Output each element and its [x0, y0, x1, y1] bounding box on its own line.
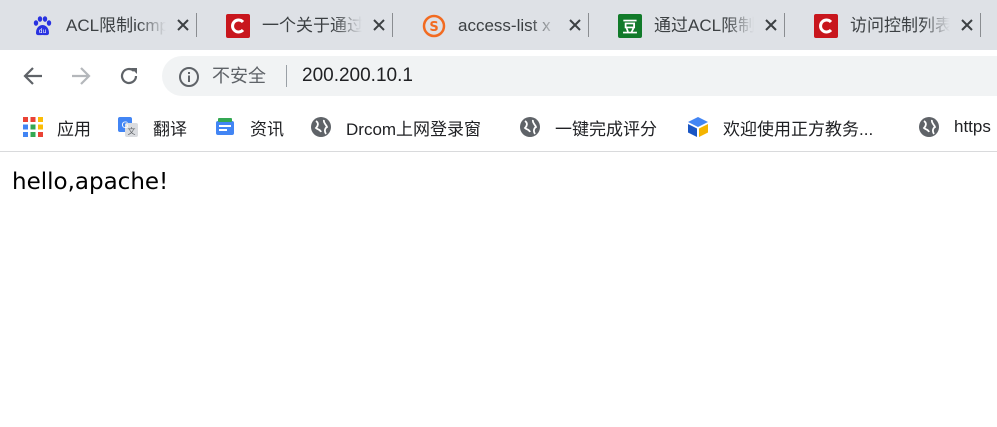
bookmark-https[interactable]: https: [918, 114, 991, 140]
tab-strip: du ACL限制icmp 一个关于通过 S access-list x 豆 通过…: [0, 0, 997, 50]
tab-guanyu-tongguo[interactable]: 一个关于通过: [196, 0, 392, 50]
bookmark-zhengfang[interactable]: 欢迎使用正方教务...: [687, 114, 873, 140]
page-content: hello,apache!: [0, 152, 997, 427]
divider: [286, 65, 287, 87]
reload-icon[interactable]: [116, 63, 142, 89]
globe-icon: [519, 116, 541, 138]
bookmark-news[interactable]: 资讯: [214, 114, 284, 140]
tab-title: access-list x: [458, 16, 551, 35]
bookmark-label: Drcom上网登录窗: [346, 119, 482, 139]
browser-toolbar: 不安全 200.200.10.1: [0, 50, 997, 102]
zhengfang-icon: [687, 116, 709, 138]
apps-grid-icon: [22, 116, 44, 138]
info-icon[interactable]: [178, 66, 200, 88]
security-label[interactable]: 不安全: [212, 65, 266, 87]
globe-icon: [310, 116, 332, 138]
bookmark-label: 一键完成评分: [555, 119, 657, 139]
sogou-s-icon: S: [422, 14, 446, 38]
svg-text:du: du: [39, 28, 47, 35]
tab-title: 访问控制列表: [850, 16, 950, 35]
globe-icon: [918, 116, 940, 138]
close-icon[interactable]: [956, 14, 978, 36]
url-text[interactable]: 200.200.10.1: [302, 65, 413, 87]
address-bar[interactable]: 不安全 200.200.10.1: [162, 56, 997, 96]
tab-overflow: [980, 0, 997, 50]
svg-text:豆: 豆: [622, 18, 637, 36]
bookmark-drcom[interactable]: Drcom上网登录窗: [310, 114, 481, 140]
page-body-text: hello,apache!: [12, 169, 169, 195]
close-icon[interactable]: [368, 14, 390, 36]
csdn-c-icon: [814, 14, 838, 38]
baidu-paw-icon: du: [30, 14, 54, 38]
bookmark-apps[interactable]: 应用: [22, 114, 91, 140]
close-icon[interactable]: [760, 14, 782, 36]
close-icon[interactable]: [564, 14, 586, 36]
bookmark-label: 应用: [57, 119, 91, 139]
back-arrow-icon[interactable]: [20, 63, 46, 89]
svg-text:S: S: [429, 20, 438, 35]
bookmark-label: 翻译: [153, 119, 187, 139]
tab-tongguo-acl[interactable]: 豆 通过ACL限制: [588, 0, 784, 50]
bookmark-label: 资讯: [250, 119, 284, 139]
tab-acl-icmp[interactable]: du ACL限制icmp: [0, 0, 196, 50]
tab-title: 一个关于通过: [262, 16, 362, 35]
tab-title: ACL限制icmp: [66, 16, 166, 35]
csdn-c-icon: [226, 14, 250, 38]
douban-dou-icon: 豆: [618, 14, 642, 38]
bookmark-label: https: [954, 117, 991, 136]
tab-access-list[interactable]: S access-list x: [392, 0, 588, 50]
svg-text:文: 文: [128, 126, 136, 136]
bookmark-one-click-rating[interactable]: 一键完成评分: [519, 114, 657, 140]
bookmarks-bar: 应用 G 文 翻译 资讯 Drcom上网登录窗 一键完成评分 欢迎使用正方教务.…: [0, 102, 997, 152]
bookmark-translate[interactable]: G 文 翻译: [117, 114, 187, 140]
forward-arrow-icon[interactable]: [68, 63, 94, 89]
news-icon: [214, 116, 236, 138]
bookmark-label: 欢迎使用正方教务...: [723, 119, 874, 139]
close-icon[interactable]: [172, 14, 194, 36]
google-translate-icon: G 文: [117, 116, 139, 138]
tab-title: 通过ACL限制: [654, 16, 754, 35]
tab-fangwen-kongzhi[interactable]: 访问控制列表: [784, 0, 980, 50]
